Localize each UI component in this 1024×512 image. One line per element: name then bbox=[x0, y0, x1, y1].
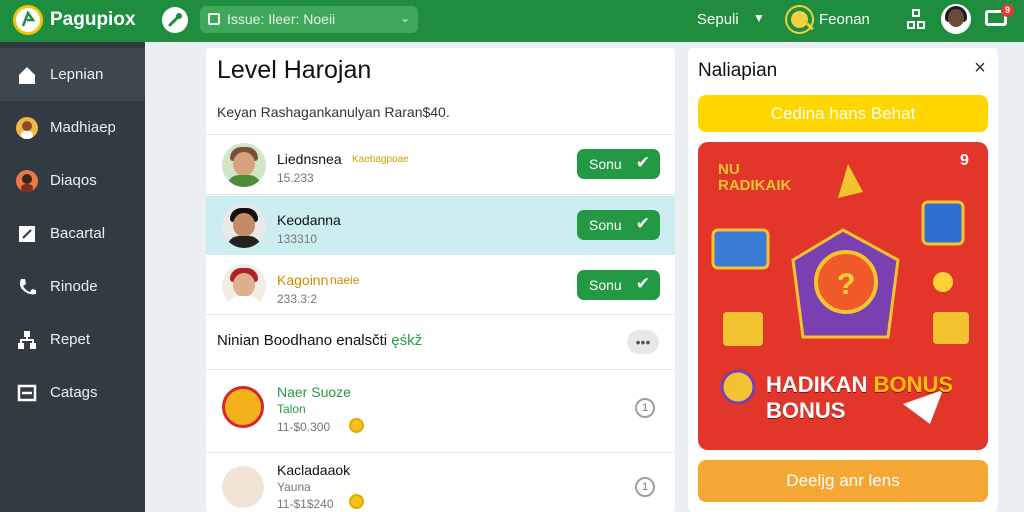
reward-title: Naer Suoze bbox=[277, 384, 351, 400]
search-icon bbox=[208, 13, 220, 25]
more-options-button[interactable]: ••• bbox=[627, 330, 659, 354]
sidebar-item-label: Diaqos bbox=[50, 172, 97, 189]
avatar bbox=[222, 264, 266, 308]
person-icon bbox=[16, 170, 38, 192]
divider bbox=[206, 314, 675, 315]
svg-text:?: ? bbox=[837, 268, 855, 301]
user-score: 233.3:2 bbox=[277, 292, 318, 306]
sidebar-item-edit[interactable]: Bacartal bbox=[0, 207, 145, 260]
sidebar-item-person[interactable]: Diaqos bbox=[0, 154, 145, 207]
sidebar-item-label: Repet bbox=[50, 331, 91, 348]
reward-title: Kacladaaok bbox=[277, 462, 351, 478]
sidebar-item-phone[interactable]: Rinode bbox=[0, 260, 145, 313]
divider bbox=[206, 369, 675, 370]
page-subtitle: Keyan Rashagankanulyan Raran$40. bbox=[217, 104, 450, 120]
reward-subtitle: Yauna bbox=[277, 480, 311, 494]
confirm-button[interactable]: Sonu ✔ bbox=[577, 149, 660, 179]
logo-icon[interactable] bbox=[13, 5, 43, 35]
list-icon bbox=[17, 384, 37, 402]
caret-down-icon[interactable]: ▼ bbox=[753, 11, 765, 25]
sidebar-item-label: Catags bbox=[50, 384, 98, 401]
user-name: Liednsnea bbox=[277, 151, 342, 167]
divider bbox=[206, 194, 675, 195]
list-item[interactable]: Liednsnea Kaebagpoae 15.233 Sonu ✔ bbox=[206, 135, 675, 194]
account-selector[interactable]: Sepuli bbox=[697, 11, 739, 28]
list-item[interactable]: Kagoinn naeie 233.3:2 Sonu ✔ bbox=[206, 256, 675, 315]
user-tag: naeie bbox=[330, 273, 360, 287]
promo-panel: Naliapian × Cedina hans Behat NU RADIKAI… bbox=[688, 48, 998, 512]
confirm-button[interactable]: Sonu ✔ bbox=[577, 210, 660, 240]
reward-points: 11-$1$240 bbox=[277, 497, 334, 511]
avatar bbox=[222, 143, 266, 187]
check-icon: ✔ bbox=[635, 153, 650, 172]
coin-icon bbox=[349, 494, 364, 509]
confirm-button[interactable]: Sonu ✔ bbox=[577, 270, 660, 300]
promo-banner[interactable]: NU RADIKAIK 9 ? HADIKAN BONUS BONUS bbox=[698, 142, 988, 450]
check-icon: ✔ bbox=[635, 214, 650, 233]
avatar[interactable] bbox=[941, 4, 971, 34]
list-item[interactable]: Keodanna 133310 Sonu ✔ bbox=[206, 196, 675, 255]
notification-badge: 9 bbox=[1001, 4, 1014, 17]
network-icon[interactable] bbox=[907, 9, 927, 31]
search-q-icon[interactable] bbox=[787, 7, 812, 32]
chevron-down-icon[interactable]: ⌄ bbox=[400, 11, 410, 25]
reward-points: 11-$0.300 bbox=[277, 420, 331, 434]
info-icon[interactable]: 1 bbox=[635, 398, 655, 418]
reward-subtitle: Talon bbox=[277, 402, 306, 416]
avatar bbox=[222, 466, 264, 508]
sidebar-item-network[interactable]: Repet bbox=[0, 313, 145, 366]
phone-icon bbox=[20, 279, 36, 295]
user-name: Keodanna bbox=[277, 212, 341, 228]
sidebar-item-profile[interactable]: Madhiaep bbox=[0, 101, 145, 154]
top-bar: Pagupiox ⌄ Sepuli ▼ Feonan 9 bbox=[0, 0, 1024, 42]
user-score: 133310 bbox=[277, 232, 318, 246]
panel-title: Naliapian bbox=[698, 60, 778, 81]
avatar bbox=[222, 204, 266, 248]
promo-action-button[interactable]: Cedina hans Behat bbox=[698, 95, 988, 132]
coin-icon bbox=[349, 418, 364, 433]
promo-headline: HADIKAN BONUS BONUS bbox=[766, 372, 954, 423]
sidebar-item-label: Bacartal bbox=[50, 225, 106, 242]
search-bar[interactable]: ⌄ bbox=[200, 6, 418, 33]
app-title[interactable]: Pagupiox bbox=[50, 9, 136, 31]
sidebar-item-home[interactable]: Lepnian bbox=[0, 48, 145, 101]
wrench-icon[interactable] bbox=[162, 7, 188, 33]
close-icon[interactable]: × bbox=[970, 58, 990, 78]
divider bbox=[206, 452, 675, 453]
main-panel: Level Harojan Keyan Rashagankanulyan Rar… bbox=[206, 48, 675, 512]
check-icon: ✔ bbox=[635, 274, 650, 293]
sidebar-item-label: Madhiaep bbox=[50, 119, 116, 136]
sidebar-item-list[interactable]: Catags bbox=[0, 366, 145, 419]
search-input[interactable] bbox=[227, 10, 407, 28]
info-icon[interactable]: 1 bbox=[635, 477, 655, 497]
user-tag: Kaebagpoae bbox=[352, 154, 409, 165]
sidebar-item-label: Lepnian bbox=[50, 66, 104, 83]
user-score: 15.233 bbox=[277, 171, 314, 185]
claim-button[interactable]: Deeljg anr lens bbox=[698, 460, 988, 502]
edit-icon bbox=[19, 226, 35, 242]
user-name: Kagoinn bbox=[277, 272, 329, 288]
home-icon bbox=[19, 67, 35, 84]
network-icon bbox=[18, 331, 36, 349]
avatar-icon bbox=[16, 117, 38, 139]
page-title: Level Harojan bbox=[217, 56, 372, 84]
sidebar: Lepnian Madhiaep Diaqos Bacartal Rinode … bbox=[0, 42, 145, 512]
sidebar-item-label: Rinode bbox=[50, 278, 98, 295]
section-heading: Ninian Boodhano enalsčti ęśkž bbox=[217, 332, 423, 349]
topbar-user-name[interactable]: Feonan bbox=[819, 11, 870, 28]
gift-icon bbox=[222, 386, 264, 428]
